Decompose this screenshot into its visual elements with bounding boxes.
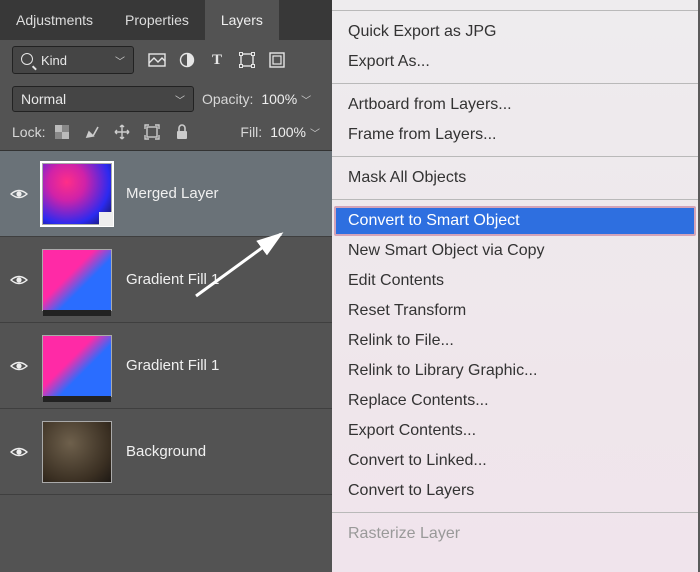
menu-reset-transform[interactable]: Reset Transform: [332, 296, 698, 326]
chevron-down-icon: ﹀: [310, 125, 320, 140]
layer-row[interactable]: Gradient Fill 1: [0, 323, 332, 409]
chevron-down-icon: ﹀: [115, 53, 125, 68]
layer-name[interactable]: Background: [126, 443, 206, 460]
opacity-label: Opacity:: [202, 91, 253, 107]
layer-filter-select[interactable]: Kind ﹀: [12, 46, 134, 74]
menu-frame-from-layers[interactable]: Frame from Layers...: [332, 120, 698, 150]
lock-label: Lock:: [12, 124, 45, 140]
menu-new-smart-object-via-copy[interactable]: New Smart Object via Copy: [332, 236, 698, 266]
menu-convert-to-layers[interactable]: Convert to Layers: [332, 476, 698, 506]
menu-relink-to-library-graphic[interactable]: Relink to Library Graphic...: [332, 356, 698, 386]
layer-row[interactable]: Merged Layer: [0, 151, 332, 237]
menu-export-as[interactable]: Export As...: [332, 47, 698, 77]
filter-adjustment-icon[interactable]: [178, 52, 196, 68]
smart-object-badge-icon: [99, 212, 113, 226]
opacity-field[interactable]: 100% ﹀: [261, 91, 311, 107]
lock-brush-icon[interactable]: [83, 124, 101, 140]
menu-quick-export[interactable]: Quick Export as JPG: [332, 17, 698, 47]
tab-layers[interactable]: Layers: [205, 0, 279, 40]
layers-panel: Adjustments Properties Layers Kind ﹀ T: [0, 0, 332, 572]
menu-convert-to-linked[interactable]: Convert to Linked...: [332, 446, 698, 476]
layer-name[interactable]: Merged Layer: [126, 185, 219, 202]
menu-convert-to-smart-object[interactable]: Convert to Smart Object: [334, 206, 696, 236]
lock-artboard-icon[interactable]: [143, 124, 161, 140]
layer-name[interactable]: Gradient Fill 1: [126, 357, 219, 374]
filter-shape-icon[interactable]: [238, 52, 256, 68]
visibility-toggle[interactable]: [10, 271, 28, 289]
layer-filter-label: Kind: [41, 53, 67, 68]
visibility-toggle[interactable]: [10, 443, 28, 461]
fill-label: Fill:: [240, 124, 262, 140]
lock-move-icon[interactable]: [113, 124, 131, 140]
tab-properties[interactable]: Properties: [109, 0, 205, 40]
layers-list: Merged Layer Gradient Fill 1 Gradient Fi…: [0, 151, 332, 495]
visibility-toggle[interactable]: [10, 357, 28, 375]
blend-mode-select[interactable]: Normal ﹀: [12, 86, 194, 112]
menu-relink-to-file[interactable]: Relink to File...: [332, 326, 698, 356]
menu-mask-all-objects[interactable]: Mask All Objects: [332, 163, 698, 193]
fill-field[interactable]: 100% ﹀: [270, 124, 320, 140]
menu-export-contents[interactable]: Export Contents...: [332, 416, 698, 446]
lock-transparency-icon[interactable]: [53, 124, 71, 140]
layer-thumbnail[interactable]: [42, 163, 112, 225]
layer-thumbnail[interactable]: [42, 335, 112, 397]
chevron-down-icon: ﹀: [301, 92, 311, 107]
menu-artboard-from-layers[interactable]: Artboard from Layers...: [332, 90, 698, 120]
filter-type-icon[interactable]: T: [208, 52, 226, 68]
menu-rasterize-layer[interactable]: Rasterize Layer: [332, 519, 698, 549]
tab-adjustments[interactable]: Adjustments: [0, 0, 109, 40]
filter-smart-icon[interactable]: [268, 52, 286, 68]
context-menu: Quick Export as JPG Export As... Artboar…: [332, 0, 698, 572]
layer-name[interactable]: Gradient Fill 1: [126, 271, 219, 288]
fill-value: 100%: [270, 124, 306, 140]
menu-replace-contents[interactable]: Replace Contents...: [332, 386, 698, 416]
filter-pixel-icon[interactable]: [148, 52, 166, 68]
panel-tabs: Adjustments Properties Layers: [0, 0, 332, 40]
menu-edit-contents[interactable]: Edit Contents: [332, 266, 698, 296]
blend-mode-value: Normal: [21, 91, 66, 107]
lock-all-icon[interactable]: [173, 124, 191, 140]
layer-thumbnail[interactable]: [42, 249, 112, 311]
layer-row[interactable]: Background: [0, 409, 332, 495]
layer-thumbnail[interactable]: [42, 421, 112, 483]
opacity-value: 100%: [261, 91, 297, 107]
search-icon: [21, 53, 37, 68]
layer-row[interactable]: Gradient Fill 1: [0, 237, 332, 323]
visibility-toggle[interactable]: [10, 185, 28, 203]
chevron-down-icon: ﹀: [175, 92, 185, 107]
